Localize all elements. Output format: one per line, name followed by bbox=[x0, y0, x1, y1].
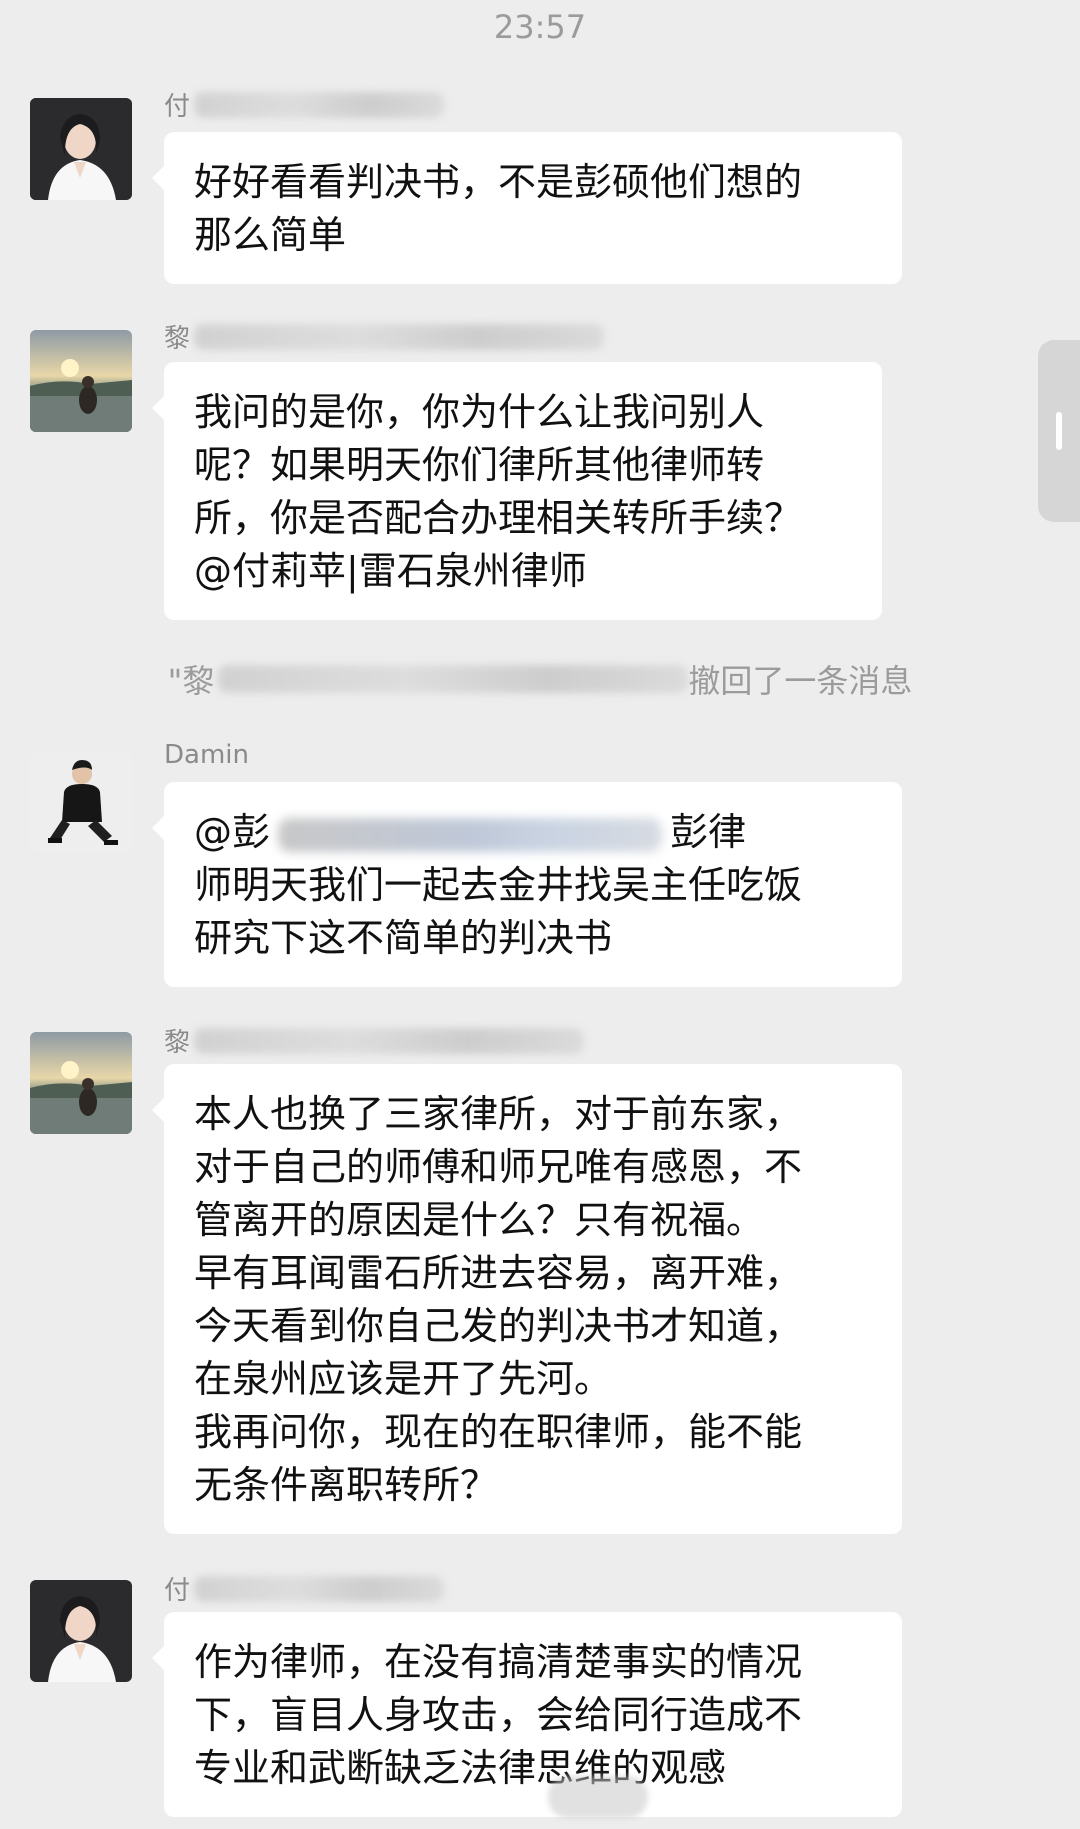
avatar-lakeside[interactable] bbox=[30, 1032, 132, 1134]
blurred-name bbox=[194, 91, 445, 118]
message-line: 管离开的原因是什么？只有祝福。 bbox=[194, 1198, 765, 1242]
message-line: 我再问你，现在的在职律师，能不能 bbox=[194, 1410, 803, 1454]
sender-name: 付 bbox=[164, 86, 445, 123]
recall-notice: "黎 撤回了一条消息 bbox=[0, 656, 1080, 702]
message-line: 对于自己的师傅和师兄唯有感恩，不 bbox=[194, 1145, 803, 1189]
blurred-name bbox=[194, 323, 605, 350]
message-line: 本人也换了三家律所，对于前东家， bbox=[194, 1092, 803, 1136]
sender-name-visible: 付 bbox=[164, 1576, 191, 1606]
sender-name: 黎 bbox=[164, 318, 605, 355]
message-line: 作为律师，在没有搞清楚事实的情况 bbox=[194, 1640, 803, 1684]
sender-name: 黎 bbox=[164, 1022, 585, 1059]
sender-name-visible: 黎 bbox=[164, 324, 191, 354]
blurred-name bbox=[194, 1575, 445, 1602]
sender-name: 付 bbox=[164, 1570, 445, 1607]
avatar-woman[interactable] bbox=[30, 1580, 132, 1682]
message-bubble[interactable]: 作为律师，在没有搞清楚事实的情况 下，盲目人身攻击，会给同行造成不 专业和武断缺… bbox=[152, 1612, 902, 1817]
blurred-contact bbox=[278, 817, 663, 852]
avatar-lakeside[interactable] bbox=[30, 330, 132, 432]
sender-name-visible: Damin bbox=[164, 740, 249, 770]
message-line: 所，你是否配合办理相关转所手续？ bbox=[194, 496, 803, 540]
message-bubble[interactable]: 本人也换了三家律所，对于前东家， 对于自己的师傅和师兄唯有感恩，不 管离开的原因… bbox=[152, 1064, 902, 1534]
message-bubble[interactable]: @彭 彭律 师明天我们一起去金井找吴主任吃饭 研究下这不简单的判决书 bbox=[152, 782, 902, 987]
message-line: @彭 彭律 bbox=[194, 806, 872, 859]
message-bubble[interactable]: 我问的是你，你为什么让我问别人 呢？如果明天你们律所其他律师转 所，你是否配合办… bbox=[152, 362, 882, 620]
sender-name-visible: 黎 bbox=[164, 1028, 191, 1058]
avatar-woman[interactable] bbox=[30, 98, 132, 200]
message-bubble[interactable]: 好好看看判决书，不是彭硕他们想的 那么简单 bbox=[152, 132, 902, 284]
message-line: 师明天我们一起去金井找吴主任吃饭 bbox=[194, 863, 803, 907]
message-line: 早有耳闻雷石所进去容易，离开难， bbox=[194, 1251, 803, 1295]
message-text: 彭律 bbox=[670, 810, 747, 854]
watermark bbox=[548, 1776, 648, 1818]
mention-text[interactable]: @彭 bbox=[194, 810, 270, 854]
message-mention[interactable]: @付莉苹|雷石泉州律师 bbox=[194, 545, 852, 598]
scroll-handle[interactable] bbox=[1038, 340, 1080, 522]
blurred-name bbox=[194, 1027, 585, 1054]
sender-name-visible: 付 bbox=[164, 92, 191, 122]
message-line: 下，盲目人身攻击，会给同行造成不 bbox=[194, 1693, 803, 1737]
message-line: 我问的是你，你为什么让我问别人 bbox=[194, 390, 765, 434]
message-line: 好好看看判决书，不是彭硕他们想的 bbox=[194, 160, 803, 204]
blurred-name bbox=[218, 665, 689, 693]
message-line: 无条件离职转所？ bbox=[194, 1463, 499, 1507]
avatar-man[interactable] bbox=[30, 750, 132, 852]
recall-prefix: "黎 bbox=[167, 662, 215, 700]
message-line: 研究下这不简单的判决书 bbox=[194, 916, 613, 960]
message-line: 今天看到你自己发的判决书才知道， bbox=[194, 1304, 803, 1348]
sender-name: Damin bbox=[164, 740, 249, 770]
chat-timestamp: 23:57 bbox=[493, 8, 587, 46]
message-line: 专业和武断缺乏法律思维的观感 bbox=[194, 1746, 727, 1790]
recall-suffix: 撤回了一条消息 bbox=[688, 662, 913, 700]
scroll-handle-grip bbox=[1056, 412, 1062, 450]
message-line: 呢？如果明天你们律所其他律师转 bbox=[194, 443, 765, 487]
message-line: 那么简单 bbox=[194, 213, 347, 257]
message-line: 在泉州应该是开了先河。 bbox=[194, 1357, 613, 1401]
